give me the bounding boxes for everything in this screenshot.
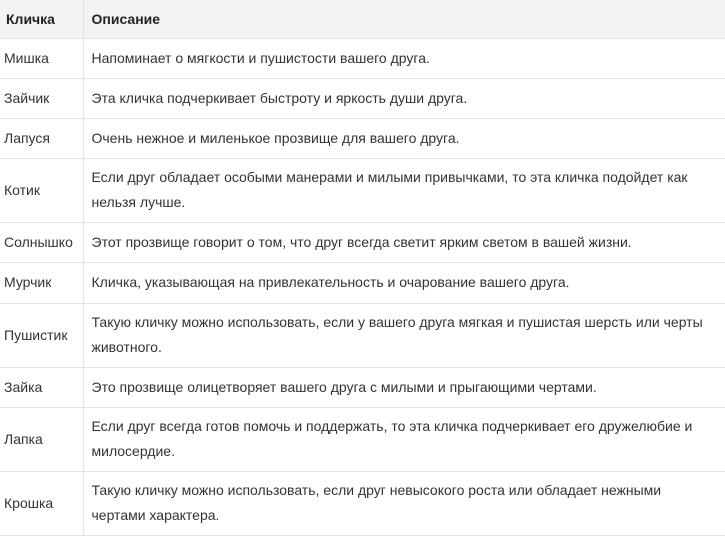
cell-name: Лапуся bbox=[0, 118, 84, 159]
cell-description: Если друг всегда готов помочь и поддержа… bbox=[83, 407, 725, 472]
table-body: Мишка Напоминает о мягкости и пушистости… bbox=[0, 38, 725, 536]
cell-name: Котик bbox=[0, 158, 84, 223]
table-row: Зайчик Эта кличка подчеркивает быстроту … bbox=[0, 78, 725, 119]
cell-name: Пушистик bbox=[0, 303, 84, 368]
table-row: Крошка Такую кличку можно использовать, … bbox=[0, 471, 725, 536]
table-row: Лапка Если друг всегда готов помочь и по… bbox=[0, 407, 725, 472]
cell-description: Очень нежное и миленькое прозвище для ва… bbox=[83, 118, 725, 159]
cell-description: Это прозвище олицетворяет вашего друга с… bbox=[83, 367, 725, 408]
cell-name: Мурчик bbox=[0, 262, 84, 304]
header-row: Кличка Описание bbox=[0, 0, 725, 39]
table-row: Пушистик Такую кличку можно использовать… bbox=[0, 303, 725, 368]
table-row: Солнышко Этот прозвище говорит о том, чт… bbox=[0, 222, 725, 263]
cell-name: Солнышко bbox=[0, 222, 84, 263]
cell-description: Кличка, указывающая на привлекательность… bbox=[83, 262, 725, 304]
cell-name: Зайка bbox=[0, 367, 84, 408]
table-row: Мурчик Кличка, указывающая на привлекате… bbox=[0, 262, 725, 304]
table-row: Котик Если друг обладает особыми манерам… bbox=[0, 158, 725, 223]
cell-name: Зайчик bbox=[0, 78, 84, 119]
header-description: Описание bbox=[83, 0, 725, 39]
cell-name: Крошка bbox=[0, 471, 84, 536]
cell-description: Напоминает о мягкости и пушистости вашег… bbox=[83, 38, 725, 79]
nicknames-table: Кличка Описание Мишка Напоминает о мягко… bbox=[0, 0, 725, 536]
table-header: Кличка Описание bbox=[0, 0, 725, 39]
cell-description: Этот прозвище говорит о том, что друг вс… bbox=[83, 222, 725, 263]
cell-description: Такую кличку можно использовать, если у … bbox=[83, 303, 725, 368]
header-name: Кличка bbox=[0, 0, 84, 39]
cell-name: Лапка bbox=[0, 407, 84, 472]
table-row: Мишка Напоминает о мягкости и пушистости… bbox=[0, 38, 725, 79]
table-row: Зайка Это прозвище олицетворяет вашего д… bbox=[0, 367, 725, 408]
cell-description: Такую кличку можно использовать, если др… bbox=[83, 471, 725, 536]
table-row: Лапуся Очень нежное и миленькое прозвище… bbox=[0, 118, 725, 159]
cell-name: Мишка bbox=[0, 38, 84, 79]
cell-description: Эта кличка подчеркивает быстроту и яркос… bbox=[83, 78, 725, 119]
cell-description: Если друг обладает особыми манерами и ми… bbox=[83, 158, 725, 223]
